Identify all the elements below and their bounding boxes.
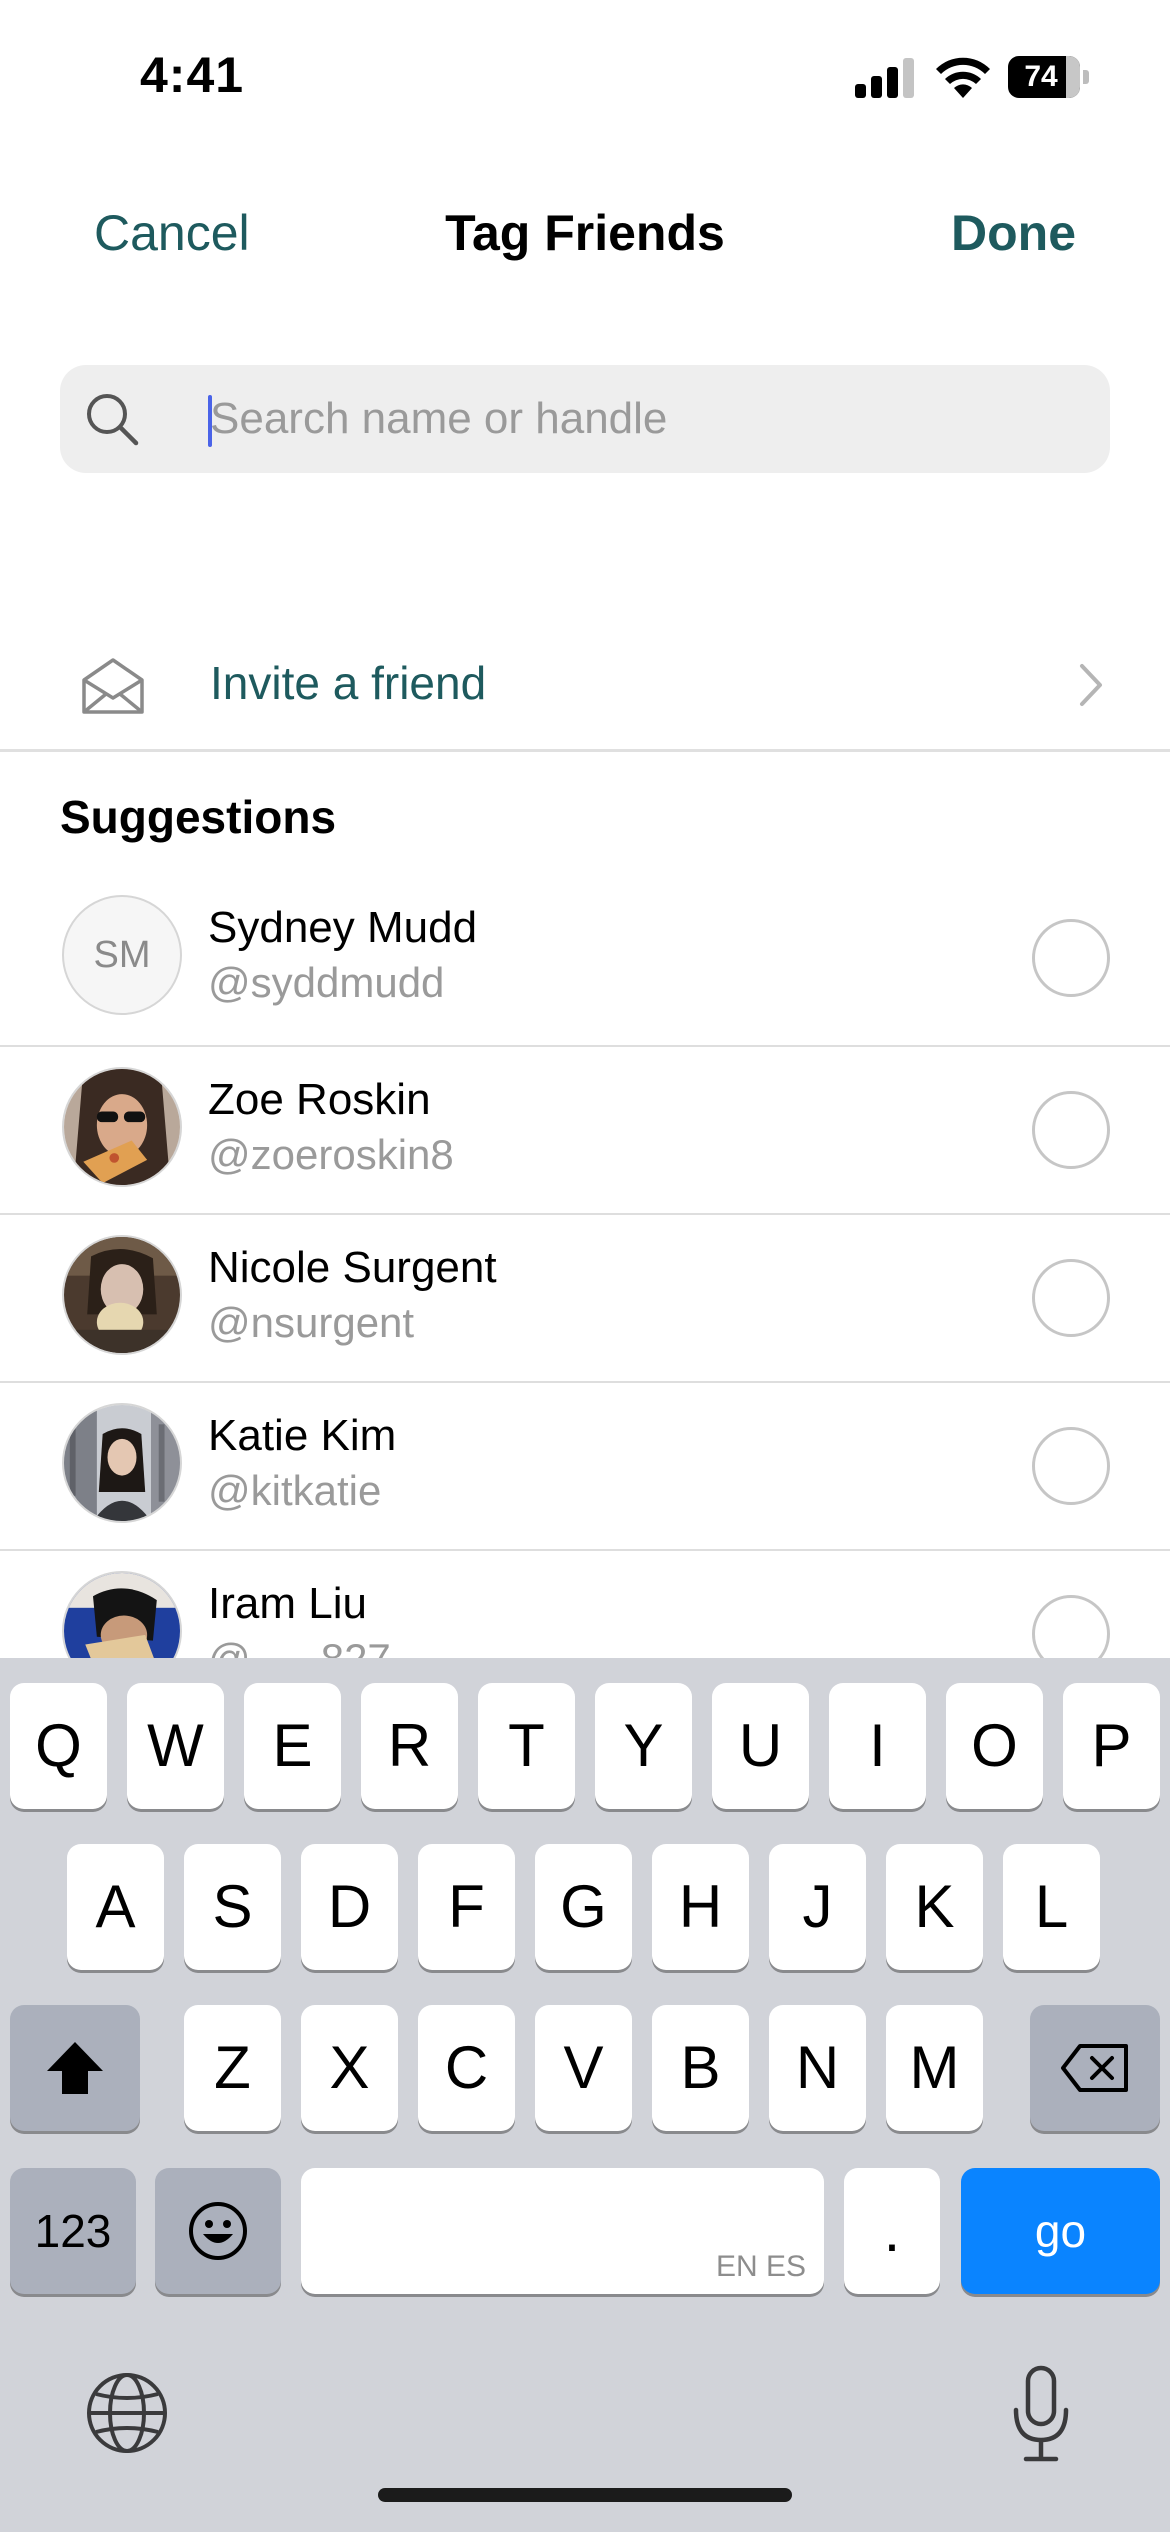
friend-name: Nicole Surgent	[208, 1243, 497, 1292]
key-d[interactable]: D	[301, 1844, 398, 1970]
friend-handle: @kitkatie	[208, 1467, 382, 1514]
key-y[interactable]: Y	[595, 1683, 692, 1809]
envelope-icon	[82, 658, 144, 714]
friend-handle: @nsurgent	[208, 1299, 415, 1346]
suggestions-heading: Suggestions	[60, 791, 337, 843]
avatar: SM	[62, 895, 182, 1015]
select-checkbox[interactable]	[1032, 1427, 1110, 1505]
key-a[interactable]: A	[67, 1844, 164, 1970]
avatar	[62, 1067, 182, 1187]
status-time: 4:41	[140, 47, 245, 103]
space-key[interactable]: EN ES	[301, 2168, 824, 2294]
friend-name: Sydney Mudd	[208, 903, 478, 952]
battery-level: 74	[1024, 60, 1058, 93]
go-key[interactable]: go	[961, 2168, 1160, 2294]
key-e[interactable]: E	[244, 1683, 341, 1809]
emoji-icon	[189, 2202, 247, 2260]
backspace-icon	[1061, 2044, 1128, 2092]
key-o[interactable]: O	[946, 1683, 1043, 1809]
key-h[interactable]: H	[652, 1844, 749, 1970]
home-indicator	[378, 2488, 792, 2502]
microphone-icon[interactable]	[1006, 2364, 1076, 2464]
space-language-label: EN ES	[715, 2250, 806, 2283]
select-checkbox[interactable]	[1032, 1091, 1110, 1169]
key-w[interactable]: W	[127, 1683, 224, 1809]
select-checkbox[interactable]	[1032, 919, 1110, 997]
emoji-key[interactable]	[155, 2168, 281, 2294]
key-z[interactable]: Z	[184, 2005, 281, 2131]
key-u[interactable]: U	[712, 1683, 809, 1809]
search-icon	[87, 394, 139, 446]
key-i[interactable]: I	[829, 1683, 926, 1809]
cellular-signal-icon	[855, 58, 915, 98]
key-s[interactable]: S	[184, 1844, 281, 1970]
battery-icon: 74	[1008, 56, 1089, 98]
friend-handle: @syddmudd	[208, 959, 445, 1006]
key-k[interactable]: K	[886, 1844, 983, 1970]
friend-handle: @zoeroskin8	[208, 1131, 454, 1178]
done-button[interactable]: Done	[951, 204, 1076, 262]
key-b[interactable]: B	[652, 2005, 749, 2131]
key-l[interactable]: L	[1003, 1844, 1100, 1970]
wifi-icon	[936, 57, 990, 98]
friend-handle: @___827	[208, 1635, 391, 1658]
friend-name: Iram Liu	[208, 1579, 367, 1628]
select-checkbox[interactable]	[1032, 1259, 1110, 1337]
key-m[interactable]: M	[886, 2005, 983, 2131]
avatar	[62, 1235, 182, 1355]
period-key[interactable]: .	[844, 2168, 940, 2294]
key-c[interactable]: C	[418, 2005, 515, 2131]
suggestions-list: SM Sydney Mudd @syddmudd Zoe Roskin @zoe…	[0, 875, 1170, 1658]
friend-name: Katie Kim	[208, 1411, 397, 1460]
avatar	[62, 1571, 182, 1658]
invite-friend-label: Invite a friend	[210, 657, 487, 709]
status-bar: 4:41 74	[0, 0, 1170, 150]
search-input[interactable]	[210, 365, 1070, 473]
list-item[interactable]: Katie Kim @kitkatie	[0, 1383, 1170, 1551]
delete-key[interactable]	[1030, 2005, 1160, 2131]
shift-key[interactable]	[10, 2005, 140, 2131]
key-v[interactable]: V	[535, 2005, 632, 2131]
key-t[interactable]: T	[478, 1683, 575, 1809]
list-item[interactable]: Iram Liu @___827	[0, 1551, 1170, 1658]
keyboard: QWERTYUIOP ASDFGHJKL ZXCVBNM 123 EN ES .…	[0, 1658, 1170, 2532]
key-r[interactable]: R	[361, 1683, 458, 1809]
chevron-right-icon	[1080, 664, 1102, 706]
select-checkbox[interactable]	[1032, 1595, 1110, 1658]
key-x[interactable]: X	[301, 2005, 398, 2131]
cancel-button[interactable]: Cancel	[94, 204, 250, 262]
list-item[interactable]: SM Sydney Mudd @syddmudd	[0, 875, 1170, 1047]
search-bar[interactable]	[60, 365, 1110, 473]
friend-name: Zoe Roskin	[208, 1075, 431, 1124]
invite-friend-row[interactable]: Invite a friend	[0, 620, 1170, 752]
key-n[interactable]: N	[769, 2005, 866, 2131]
key-j[interactable]: J	[769, 1844, 866, 1970]
key-f[interactable]: F	[418, 1844, 515, 1970]
avatar	[62, 1403, 182, 1523]
key-q[interactable]: Q	[10, 1683, 107, 1809]
list-item[interactable]: Nicole Surgent @nsurgent	[0, 1215, 1170, 1383]
key-g[interactable]: G	[535, 1844, 632, 1970]
globe-icon[interactable]	[84, 2370, 170, 2456]
list-item[interactable]: Zoe Roskin @zoeroskin8	[0, 1047, 1170, 1215]
key-p[interactable]: P	[1063, 1683, 1160, 1809]
nav-bar: Cancel Tag Friends Done	[0, 180, 1170, 290]
shift-icon	[47, 2042, 103, 2094]
numbers-key[interactable]: 123	[10, 2168, 136, 2294]
